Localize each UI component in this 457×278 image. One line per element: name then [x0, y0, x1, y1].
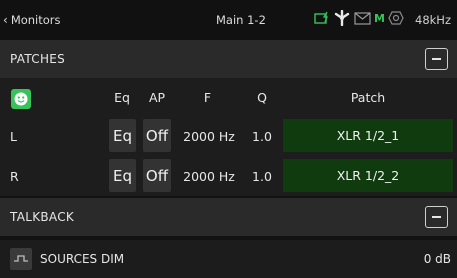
- status-icons: M: [314, 10, 404, 26]
- sources-dim-label: SOURCES DIM: [40, 252, 125, 266]
- smiley-icon: [14, 92, 28, 106]
- column-header-q: Q: [257, 89, 267, 105]
- sources-dim-toggle[interactable]: [10, 248, 32, 270]
- patches-section-header: PATCHES: [0, 40, 457, 78]
- patch-select[interactable]: XLR 1/2_2: [283, 159, 453, 192]
- minus-icon: [432, 216, 441, 218]
- column-header-eq: Eq: [114, 89, 130, 105]
- sources-dim-row: SOURCES DIM 0 dB: [0, 240, 457, 278]
- patch-table-header: Eq AP F Q Patch: [0, 78, 457, 116]
- q-value[interactable]: 1.0: [248, 117, 276, 155]
- patch-select[interactable]: XLR 1/2_1: [283, 119, 453, 152]
- column-header-patch: Patch: [350, 89, 386, 105]
- q-value[interactable]: 1.0: [248, 157, 276, 195]
- collapse-button[interactable]: [425, 206, 448, 228]
- eq-button[interactable]: Eq: [109, 119, 136, 152]
- card-power-icon: [314, 11, 328, 24]
- table-row: L Eq Off 2000 Hz 1.0 XLR 1/2_1: [0, 117, 457, 155]
- mail-icon: [354, 11, 371, 25]
- frequency-value[interactable]: 2000 Hz: [183, 157, 235, 195]
- step-wave-icon: [14, 255, 28, 262]
- page-title: Main 1-2: [216, 13, 266, 27]
- patch-table: Eq AP F Q Patch L Eq Off 2000 Hz 1.0 XLR…: [0, 78, 457, 196]
- talkback-section-header: TALKBACK: [0, 198, 457, 236]
- column-header-f: F: [203, 89, 212, 105]
- back-button[interactable]: ‹ Monitors: [3, 13, 61, 27]
- collapse-button[interactable]: [425, 48, 448, 70]
- table-row: R Eq Off 2000 Hz 1.0 XLR 1/2_2: [0, 157, 457, 195]
- m-indicator: M: [374, 11, 385, 25]
- fan-icon: [334, 10, 350, 26]
- frequency-value[interactable]: 2000 Hz: [183, 117, 235, 155]
- sources-dim-value[interactable]: 0 dB: [424, 252, 451, 266]
- sample-rate: 48kHz: [415, 13, 451, 27]
- row-label: L: [10, 129, 17, 144]
- ap-button[interactable]: Off: [143, 159, 171, 192]
- column-header-ap: AP: [148, 89, 166, 105]
- section-title: PATCHES: [10, 52, 66, 66]
- section-title: TALKBACK: [10, 210, 75, 224]
- chevron-left-icon: ‹: [3, 13, 8, 27]
- hex-icon: [388, 11, 404, 25]
- ap-button[interactable]: Off: [143, 119, 171, 152]
- minus-icon: [432, 58, 441, 60]
- row-label: R: [10, 169, 19, 184]
- channel-link-button[interactable]: [11, 89, 31, 109]
- back-label: Monitors: [10, 13, 61, 27]
- eq-button[interactable]: Eq: [109, 159, 136, 192]
- top-bar: ‹ Monitors Main 1-2 M 48kHz: [0, 0, 457, 40]
